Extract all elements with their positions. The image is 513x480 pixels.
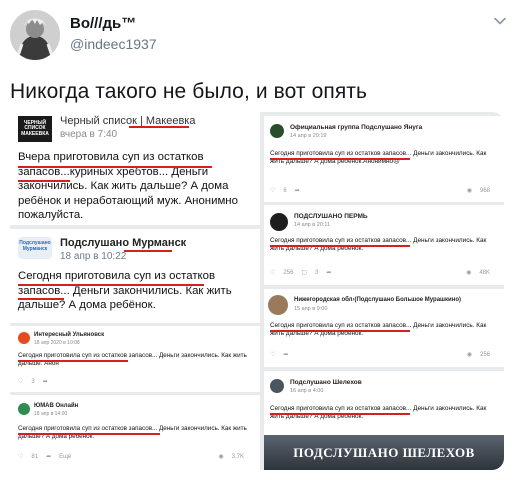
post-date: вчера в 7:40 (60, 129, 118, 140)
share-icon[interactable]: ➦ (326, 269, 331, 276)
post-card-murashkino: Нижегородская обл›(Подслушано Большое Му… (264, 289, 504, 367)
group-avatar (18, 403, 30, 415)
heart-icon[interactable]: ♡ (270, 187, 275, 194)
user-handle[interactable]: @indeec1937 (70, 36, 157, 52)
post-card-perm: ПОДСЛУШАНО ПЕРМЬ 14 апр в 20:11 Сегодня … (264, 205, 504, 285)
post-footer: ♡ 6 ➦ ◉ 968 (270, 187, 498, 195)
group-name: ПОДСЛУШАНО ПЕРМЬ (294, 213, 368, 220)
post-footer: ♡ 81 ➦ Ещё ◉ 3.7K (18, 453, 252, 461)
group-name: Подслушано Мурманск (60, 237, 187, 249)
red-underline (270, 330, 410, 332)
tweet-media-collage[interactable]: ЧЕРНЫЙ СПИСОК МАКЕЕВКА Черный список | М… (10, 112, 504, 470)
eye-icon: ◉ (466, 352, 472, 358)
post-card-yanul: Официальная группа Подслушано Януга 14 а… (264, 116, 504, 202)
red-underline (129, 126, 189, 128)
share-icon[interactable]: ➦ (43, 378, 48, 385)
post-date: 15 апр в 9:00 (294, 306, 328, 312)
group-avatar (18, 332, 30, 344)
post-date: 14 апр в 20:11 (294, 222, 331, 228)
post-date: 18 апр 2020 в 10:08 (34, 340, 80, 346)
group-name: Официальная группа Подслушано Януга (290, 124, 423, 131)
group-avatar (268, 295, 288, 315)
group-avatar: ЧЕРНЫЙ СПИСОК МАКЕЕВКА (18, 116, 52, 142)
post-date: 14 апр в 20:19 (290, 133, 327, 139)
heart-icon[interactable]: ♡ (270, 351, 275, 358)
like-count: 3 (31, 378, 35, 385)
post-text: Вчера приготовила суп из остатков запасо… (18, 151, 238, 222)
post-card-murmansk: Подслушано Мурманск Подслушано Мурманск … (10, 229, 260, 323)
post-footer: ♡ 3 ➦ (18, 378, 56, 386)
post-date: 18 апр в 10:22 (60, 251, 127, 262)
banner-text: ПОДСЛУШАНО ШЕЛЕХОВ (293, 445, 475, 460)
share-icon[interactable]: ➦ (46, 453, 51, 460)
red-underline (270, 413, 410, 415)
group-avatar: Подслушано Мурманск (18, 237, 52, 259)
post-card-makeevka: ЧЕРНЫЙ СПИСОК МАКЕЕВКА Черный список | М… (10, 112, 260, 225)
post-date: 18 апр в 14:00 (34, 411, 68, 417)
comment-count: 3 (315, 269, 319, 276)
group-name: Подслушано Шелехов (290, 379, 362, 386)
red-underline (124, 250, 172, 252)
post-text: Сегодня приготовила суп из остатков запа… (18, 270, 232, 312)
red-underline (270, 158, 410, 160)
group-banner: ПОДСЛУШАНО ШЕЛЕХОВ (264, 435, 504, 470)
like-count: 81 (31, 453, 39, 460)
avatar-portrait-icon (10, 10, 60, 60)
group-avatar (270, 124, 284, 138)
comment-icon[interactable]: ▢ (301, 269, 307, 276)
like-count: 256 (283, 269, 294, 276)
group-avatar (270, 379, 284, 393)
heart-icon[interactable]: ♡ (18, 453, 23, 460)
view-count: 256 (479, 351, 490, 358)
chevron-down-icon[interactable] (493, 14, 507, 28)
user-avatar[interactable] (10, 10, 60, 60)
tweet-header: Во///дь™ @indeec1937 (0, 0, 513, 70)
eye-icon: ◉ (466, 188, 472, 194)
collage-left-column: ЧЕРНЫЙ СПИСОК МАКЕЕВКА Черный список | М… (10, 112, 260, 470)
red-underline (18, 180, 70, 182)
red-underline (18, 284, 204, 286)
red-underline (18, 166, 212, 168)
view-count: 3.7K (231, 453, 244, 460)
share-icon[interactable]: ➦ (295, 187, 300, 194)
group-name: ЮМАВ Онлайн (34, 403, 79, 409)
heart-icon[interactable]: ♡ (18, 378, 23, 385)
red-underline (18, 433, 160, 435)
post-card-umav: ЮМАВ Онлайн 18 апр в 14:00 Сегодня приго… (10, 395, 260, 470)
like-count: 6 (283, 187, 287, 194)
post-card-ulyanovsk: Интересный Ульяновск 18 апр 2020 в 10:08… (10, 326, 260, 392)
view-count: 968 (479, 187, 490, 194)
group-name: Интересный Ульяновск (34, 332, 105, 338)
tweet-text: Никогда такого не было, и вот опять (10, 80, 368, 103)
eye-icon: ◉ (218, 454, 224, 460)
share-icon[interactable]: ➦ (283, 351, 288, 358)
group-name: Нижегородская обл›(Подслушано Большое Му… (294, 297, 462, 303)
share-label: Ещё (59, 453, 72, 460)
heart-icon[interactable]: ♡ (270, 269, 275, 276)
red-underline (18, 298, 64, 300)
post-card-shelekhov: Подслушано Шелехов 16 апр в 4:00 Сегодня… (264, 371, 504, 470)
group-avatar (270, 213, 288, 231)
eye-icon: ◉ (466, 270, 472, 276)
post-date: 16 апр в 4:00 (290, 388, 324, 394)
display-name[interactable]: Во///дь™ (70, 15, 136, 32)
view-count: 48K (479, 269, 490, 276)
post-footer: ♡ ➦ ◉ 256 (270, 351, 498, 359)
collage-right-column: Официальная группа Подслушано Януга 14 а… (260, 112, 504, 470)
post-footer: ♡ 256 ▢ 3 ➦ ◉ 48K (270, 269, 498, 277)
red-underline (270, 245, 410, 247)
red-underline (18, 360, 128, 362)
